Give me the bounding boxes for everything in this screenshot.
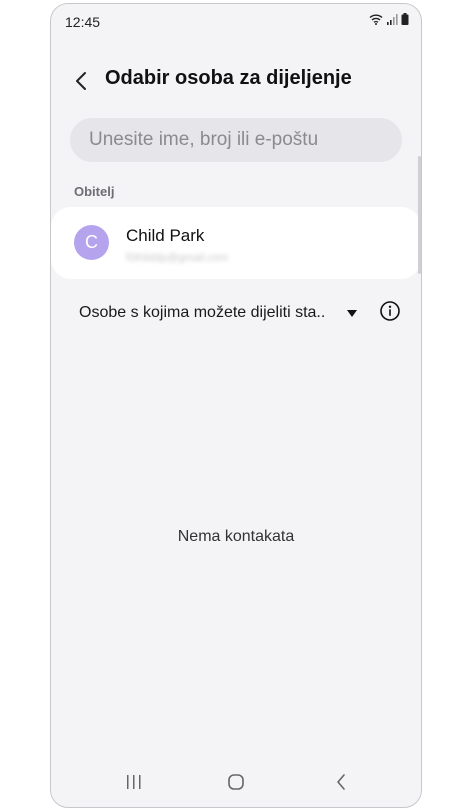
status-time: 12:45 bbox=[65, 14, 101, 30]
filter-row: Osobe s kojima možete dijeliti sta.. bbox=[79, 300, 409, 330]
info-button[interactable] bbox=[379, 300, 401, 322]
contact-name: Child Park bbox=[126, 226, 205, 245]
status-bar: 12:45 bbox=[51, 4, 421, 38]
avatar: C bbox=[74, 225, 109, 260]
home-button[interactable] bbox=[216, 767, 256, 797]
phone-screen: 12:45 Odabir osoba za dijeljenje Unesite… bbox=[50, 3, 422, 808]
home-icon bbox=[228, 774, 244, 790]
scrollbar[interactable] bbox=[418, 156, 421, 274]
status-icons bbox=[369, 13, 409, 25]
avatar-initial: C bbox=[85, 232, 98, 252]
page-title: Odabir osoba za dijeljenje bbox=[105, 67, 352, 89]
section-label-family: Obitelj bbox=[74, 184, 115, 199]
dropdown-arrow-icon[interactable] bbox=[347, 310, 357, 317]
info-icon bbox=[380, 301, 400, 321]
signal-icon bbox=[387, 14, 398, 25]
filter-dropdown[interactable]: Osobe s kojima možete dijeliti sta.. bbox=[79, 304, 325, 322]
search-placeholder: Unesite ime, broj ili e-poštu bbox=[89, 129, 319, 150]
chevron-left-icon bbox=[76, 72, 86, 90]
empty-state-text: Nema kontakata bbox=[177, 528, 295, 545]
navigation-bar bbox=[51, 759, 421, 807]
contact-email: f0ihilddp@gmail.com bbox=[126, 252, 229, 264]
wifi-icon bbox=[369, 14, 383, 25]
back-nav-icon bbox=[337, 774, 345, 790]
back-button[interactable] bbox=[69, 67, 93, 95]
header: Odabir osoba za dijeljenje bbox=[51, 59, 421, 103]
recent-apps-icon bbox=[127, 775, 141, 789]
contact-item[interactable]: C Child Park f0ihilddp@gmail.com bbox=[51, 207, 421, 279]
search-input[interactable]: Unesite ime, broj ili e-poštu bbox=[70, 118, 402, 162]
battery-icon bbox=[401, 13, 409, 25]
recent-apps-button[interactable] bbox=[114, 767, 154, 797]
back-nav-button[interactable] bbox=[321, 767, 361, 797]
